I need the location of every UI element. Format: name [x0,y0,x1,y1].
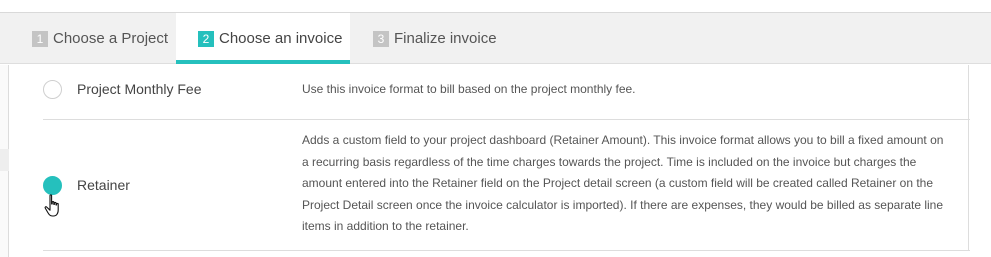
active-tab-indicator [176,60,350,64]
option-label: Project Monthly Fee [77,81,202,97]
tab-label: Finalize invoice [394,30,497,47]
left-panel-edge [0,65,9,257]
invoice-format-list: Project Monthly Fee Use this invoice for… [43,65,970,257]
option-description: Use this invoice format to bill based on… [302,82,636,96]
left-panel-highlight [0,149,9,171]
tab-choose-invoice[interactable]: 2 Choose an invoice [176,13,350,64]
radio-project-monthly-fee[interactable] [43,80,62,99]
tab-choose-project[interactable]: 1 Choose a Project [18,13,176,64]
wizard-tabs: 1 Choose a Project 2 Choose an invoice 3… [0,13,991,64]
step-number-3: 3 [373,30,389,47]
radio-retainer[interactable] [43,176,62,195]
step-number-1: 1 [32,30,48,47]
list-item-project-monthly-fee[interactable]: Project Monthly Fee Use this invoice for… [43,65,970,120]
tab-label: Choose an invoice [219,30,343,47]
list-item-retainer[interactable]: Retainer Adds a custom field to your pro… [43,120,970,251]
step-number-2: 2 [198,30,214,47]
hand-pointer-icon [44,194,59,217]
option-label: Retainer [77,177,130,193]
option-description: Adds a custom field to your project dash… [302,133,944,233]
tab-label: Choose a Project [53,30,169,47]
tab-finalize-invoice[interactable]: 3 Finalize invoice [350,13,520,64]
top-bar [0,0,991,13]
